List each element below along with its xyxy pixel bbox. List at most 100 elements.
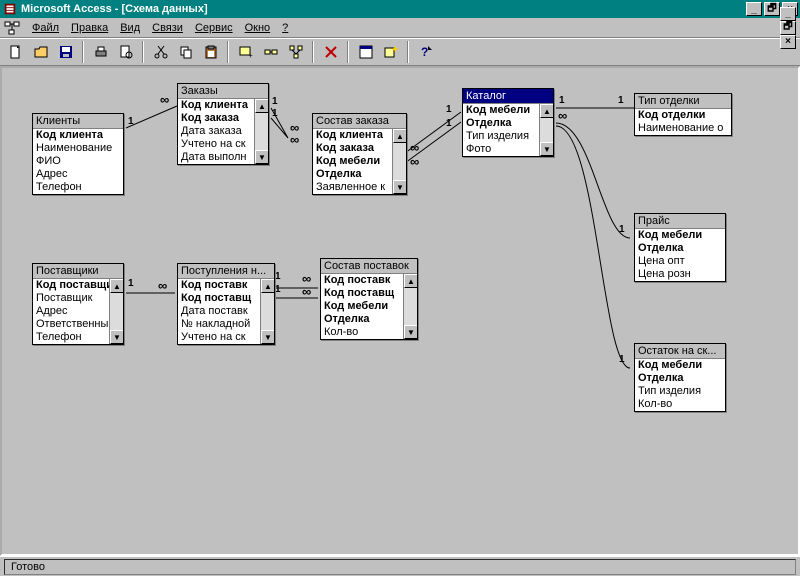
- field-row[interactable]: ФИО: [33, 155, 123, 168]
- table-header[interactable]: Остаток на ск...: [635, 344, 725, 359]
- field-row[interactable]: Отделка: [321, 313, 403, 326]
- scroll-up-icon[interactable]: ▲: [404, 274, 417, 288]
- field-list[interactable]: Код отделкиНаименование о: [635, 109, 731, 135]
- table-header[interactable]: Состав заказа: [313, 114, 406, 129]
- field-row[interactable]: Дата поставк: [178, 305, 260, 318]
- scroll-down-icon[interactable]: ▼: [393, 180, 406, 194]
- db-window-icon[interactable]: [354, 41, 377, 63]
- menu-window[interactable]: Окно: [239, 20, 277, 36]
- scroll-up-icon[interactable]: ▲: [110, 279, 123, 293]
- show-table-icon[interactable]: +: [234, 41, 257, 63]
- field-list[interactable]: Код мебелиОтделкаЦена оптЦена розн: [635, 229, 725, 281]
- field-row[interactable]: Код поставк: [178, 279, 260, 292]
- table-header[interactable]: Прайс: [635, 214, 725, 229]
- relationship-canvas[interactable]: 1 ∞ 1 1 ∞ ∞ ∞ ∞ 1 1 1 ∞ 1 1 1 1 ∞ 1 1 ∞ …: [0, 66, 800, 556]
- field-row[interactable]: Телефон: [33, 181, 123, 194]
- paste-icon[interactable]: [199, 41, 222, 63]
- field-row[interactable]: Код мебели: [635, 229, 725, 242]
- scrollbar[interactable]: ▲▼: [539, 104, 553, 156]
- field-list[interactable]: Код поставкКод поставщКод мебелиОтделкаК…: [321, 274, 417, 339]
- field-row[interactable]: Телефон: [33, 331, 109, 344]
- field-row[interactable]: Адрес: [33, 168, 123, 181]
- field-row[interactable]: Дата выполн: [178, 151, 254, 164]
- field-row[interactable]: Тип изделия: [463, 130, 539, 143]
- new-icon[interactable]: [4, 41, 27, 63]
- table-price[interactable]: Прайс Код мебелиОтделкаЦена оптЦена розн: [634, 213, 726, 282]
- field-row[interactable]: Учтено на ск: [178, 138, 254, 151]
- field-row[interactable]: Отделка: [463, 117, 539, 130]
- scrollbar[interactable]: ▲▼: [254, 99, 268, 164]
- field-row[interactable]: Цена розн: [635, 268, 725, 281]
- maximize-button[interactable]: 🗗: [764, 2, 780, 16]
- field-row[interactable]: Кол-во: [635, 398, 725, 411]
- scrollbar[interactable]: ▲▼: [403, 274, 417, 339]
- table-deliveries[interactable]: Поступления н... Код поставкКод поставщД…: [177, 263, 275, 345]
- mdi-close-button[interactable]: ×: [780, 35, 796, 49]
- scroll-up-icon[interactable]: ▲: [393, 129, 406, 143]
- field-list[interactable]: Код клиентаНаименованиеФИОАдресТелефон: [33, 129, 123, 194]
- print-icon[interactable]: [89, 41, 112, 63]
- field-row[interactable]: Код заказа: [178, 112, 254, 125]
- table-order-items[interactable]: Состав заказа Код клиентаКод заказаКод м…: [312, 113, 407, 195]
- table-orders[interactable]: Заказы Код клиентаКод заказаДата заказаУ…: [177, 83, 269, 165]
- table-header[interactable]: Заказы: [178, 84, 268, 99]
- table-finish-type[interactable]: Тип отделки Код отделкиНаименование о: [634, 93, 732, 136]
- table-catalog[interactable]: Каталог Код мебелиОтделкаТип изделияФото…: [462, 88, 554, 157]
- field-row[interactable]: Отделка: [635, 372, 725, 385]
- field-row[interactable]: Фото: [463, 143, 539, 156]
- field-list[interactable]: Код клиентаКод заказаКод мебелиОтделкаЗа…: [313, 129, 406, 194]
- field-row[interactable]: Тип изделия: [635, 385, 725, 398]
- scroll-up-icon[interactable]: ▲: [261, 279, 274, 293]
- field-row[interactable]: Отделка: [313, 168, 392, 181]
- field-row[interactable]: Дата заказа: [178, 125, 254, 138]
- scroll-down-icon[interactable]: ▼: [540, 142, 553, 156]
- scroll-up-icon[interactable]: ▲: [255, 99, 268, 113]
- field-row[interactable]: Код поставк: [321, 274, 403, 287]
- table-clients[interactable]: Клиенты Код клиентаНаименованиеФИОАдресТ…: [32, 113, 124, 195]
- scrollbar[interactable]: ▲▼: [260, 279, 274, 344]
- field-row[interactable]: Код поставщика: [33, 279, 109, 292]
- field-row[interactable]: Код мебели: [321, 300, 403, 313]
- preview-icon[interactable]: [114, 41, 137, 63]
- menu-rel[interactable]: Связи: [146, 20, 189, 36]
- table-header[interactable]: Состав поставок: [321, 259, 417, 274]
- show-all-icon[interactable]: [284, 41, 307, 63]
- field-list[interactable]: Код поставкКод поставщДата поставк№ накл…: [178, 279, 274, 344]
- field-row[interactable]: Код поставщ: [321, 287, 403, 300]
- field-row[interactable]: Код мебели: [635, 359, 725, 372]
- scrollbar[interactable]: ▲▼: [392, 129, 406, 194]
- scroll-down-icon[interactable]: ▼: [110, 330, 123, 344]
- field-row[interactable]: Кол-во: [321, 326, 403, 339]
- save-icon[interactable]: [54, 41, 77, 63]
- table-header[interactable]: Тип отделки: [635, 94, 731, 109]
- delete-icon[interactable]: [319, 41, 342, 63]
- field-list[interactable]: Код клиентаКод заказаДата заказаУчтено н…: [178, 99, 268, 164]
- new-object-icon[interactable]: [379, 41, 402, 63]
- table-delivery-items[interactable]: Состав поставок Код поставкКод поставщКо…: [320, 258, 418, 340]
- field-row[interactable]: Код поставщ: [178, 292, 260, 305]
- field-row[interactable]: Код заказа: [313, 142, 392, 155]
- minimize-button[interactable]: _: [746, 2, 762, 16]
- field-list[interactable]: Код поставщикаПоставщикАдресОтветственны…: [33, 279, 123, 344]
- field-row[interactable]: Отделка: [635, 242, 725, 255]
- field-row[interactable]: Код клиента: [313, 129, 392, 142]
- field-row[interactable]: Наименование: [33, 142, 123, 155]
- table-header[interactable]: Поставщики: [33, 264, 123, 279]
- menu-file[interactable]: Файл: [26, 20, 65, 36]
- table-header[interactable]: Поступления н...: [178, 264, 274, 279]
- field-row[interactable]: Код мебели: [463, 104, 539, 117]
- cut-icon[interactable]: [149, 41, 172, 63]
- field-row[interactable]: Заявленное к: [313, 181, 392, 194]
- field-row[interactable]: Код мебели: [313, 155, 392, 168]
- field-row[interactable]: Наименование о: [635, 122, 731, 135]
- field-row[interactable]: Поставщик: [33, 292, 109, 305]
- table-stock[interactable]: Остаток на ск... Код мебелиОтделкаТип из…: [634, 343, 726, 412]
- scrollbar[interactable]: ▲▼: [109, 279, 123, 344]
- menu-tools[interactable]: Сервис: [189, 20, 239, 36]
- scroll-up-icon[interactable]: ▲: [540, 104, 553, 118]
- field-list[interactable]: Код мебелиОтделкаТип изделияКол-во: [635, 359, 725, 411]
- copy-icon[interactable]: [174, 41, 197, 63]
- field-row[interactable]: Код отделки: [635, 109, 731, 122]
- field-row[interactable]: Ответственный: [33, 318, 109, 331]
- field-row[interactable]: Цена опт: [635, 255, 725, 268]
